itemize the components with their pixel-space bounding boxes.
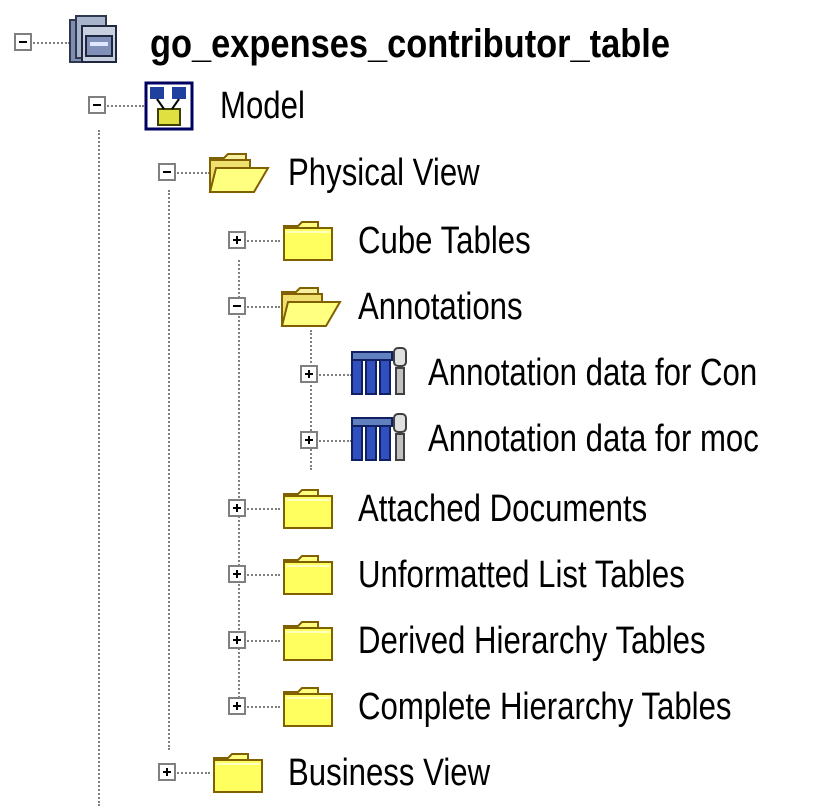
tree-node-annotations[interactable]: Annotations — [0, 274, 830, 334]
tree-label-complete-hierarchy-tables: Complete Hierarchy Tables — [358, 686, 732, 728]
expand-toggle[interactable] — [228, 499, 246, 517]
tree-label-model: Model — [220, 85, 305, 127]
tree-label-annotation-data-2: Annotation data for moc — [428, 418, 759, 460]
tree-node-unformatted-list-tables[interactable]: Unformatted List Tables — [0, 542, 830, 602]
tree-node-cube-tables[interactable]: Cube Tables — [0, 208, 830, 268]
folder-closed-icon — [283, 555, 333, 595]
model-icon — [144, 81, 194, 131]
annotation-table-icon — [351, 413, 407, 461]
collapse-toggle[interactable] — [14, 33, 32, 51]
annotation-table-icon — [351, 347, 407, 395]
tree-node-business-view[interactable]: Business View — [0, 740, 830, 800]
folder-closed-icon — [213, 753, 263, 793]
tree-node-attached-documents[interactable]: Attached Documents — [0, 476, 830, 536]
collapse-toggle[interactable] — [158, 163, 176, 181]
tree-label-cube-tables: Cube Tables — [358, 220, 531, 262]
tree-node-root[interactable]: go_expenses_contributor_table — [0, 12, 830, 72]
expand-toggle[interactable] — [228, 565, 246, 583]
tree-node-derived-hierarchy-tables[interactable]: Derived Hierarchy Tables — [0, 608, 830, 668]
expand-toggle[interactable] — [300, 431, 318, 449]
tree-node-annotation-data-1[interactable]: Annotation data for Con — [0, 340, 830, 400]
database-icon — [69, 15, 117, 63]
tree-label-physical-view: Physical View — [288, 152, 480, 194]
tree-node-physical-view[interactable]: Physical View — [0, 142, 830, 202]
tree-label-root: go_expenses_contributor_table — [150, 22, 670, 66]
expand-toggle[interactable] — [228, 231, 246, 249]
tree-node-complete-hierarchy-tables[interactable]: Complete Hierarchy Tables — [0, 674, 830, 734]
collapse-toggle[interactable] — [88, 96, 106, 114]
tree-label-business-view: Business View — [288, 752, 491, 794]
tree-node-annotation-data-2[interactable]: Annotation data for moc — [0, 406, 830, 466]
expand-toggle[interactable] — [158, 763, 176, 781]
expand-toggle[interactable] — [228, 631, 246, 649]
tree-label-annotation-data-1: Annotation data for Con — [428, 352, 758, 394]
folder-closed-icon — [283, 221, 333, 261]
folder-closed-icon — [283, 687, 333, 727]
tree-label-derived-hierarchy-tables: Derived Hierarchy Tables — [358, 620, 706, 662]
folder-closed-icon — [283, 621, 333, 661]
folder-closed-icon — [283, 489, 333, 529]
folder-open-icon — [208, 153, 270, 193]
tree-node-model[interactable]: Model — [0, 75, 830, 135]
expand-toggle[interactable] — [300, 365, 318, 383]
expand-toggle[interactable] — [228, 697, 246, 715]
tree-label-unformatted-list-tables: Unformatted List Tables — [358, 554, 685, 596]
folder-open-icon — [280, 287, 342, 327]
collapse-toggle[interactable] — [228, 297, 246, 315]
tree-label-attached-documents: Attached Documents — [358, 488, 648, 530]
tree-label-annotations: Annotations — [358, 286, 523, 328]
